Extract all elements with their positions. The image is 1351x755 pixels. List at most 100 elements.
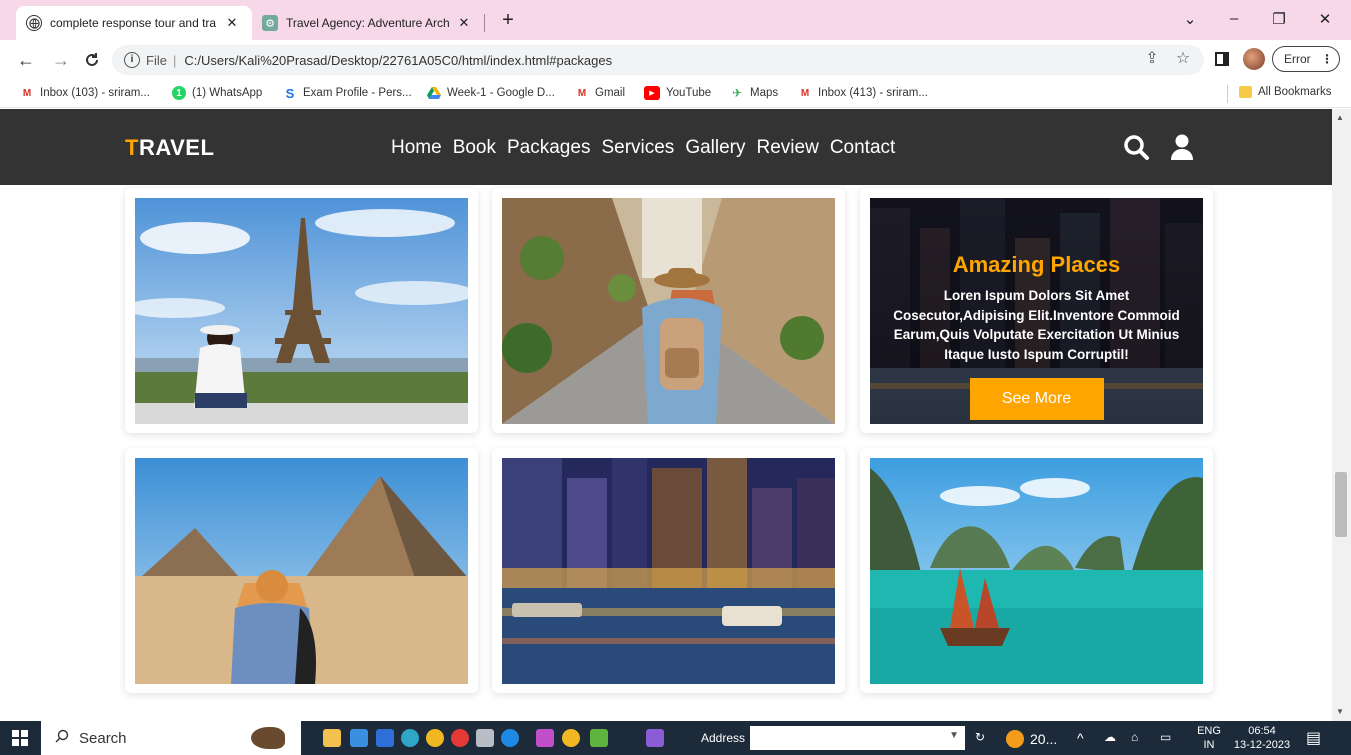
nav-gallery[interactable]: Gallery bbox=[685, 137, 745, 159]
nav-review[interactable]: Review bbox=[757, 137, 819, 159]
profile-avatar[interactable] bbox=[1243, 48, 1265, 70]
globe-icon bbox=[26, 15, 42, 31]
bookmark-week1-drive[interactable]: Week-1 - Google D... bbox=[427, 86, 555, 100]
address-toolbar-label: Address bbox=[701, 731, 746, 745]
all-bookmarks[interactable]: All Bookmarks bbox=[1239, 86, 1332, 98]
address-bar[interactable]: i File | C:/Users/Kali%20Prasad/Desktop/… bbox=[112, 45, 1204, 75]
url-scheme: File bbox=[146, 52, 167, 68]
edge-icon[interactable] bbox=[401, 729, 419, 747]
notification-icon[interactable]: ▤ bbox=[1306, 728, 1321, 748]
minimize-button[interactable]: – bbox=[1222, 10, 1246, 27]
bookmarks-divider bbox=[1227, 85, 1228, 103]
maximize-button[interactable]: ❐ bbox=[1267, 10, 1291, 28]
bookmark-label: Gmail bbox=[595, 87, 626, 99]
network-icon[interactable]: ⌂ bbox=[1131, 730, 1138, 744]
nav-home[interactable]: Home bbox=[391, 137, 442, 159]
see-more-button[interactable]: See More bbox=[969, 378, 1104, 420]
back-arrow-icon[interactable]: ← bbox=[14, 48, 38, 72]
onedrive-icon[interactable]: ☁ bbox=[1104, 730, 1116, 744]
youtube-icon: ▶ bbox=[644, 86, 660, 100]
close-icon[interactable]: ✕ bbox=[224, 15, 240, 31]
whatsapp-icon: 1 bbox=[172, 86, 186, 100]
forward-arrow-icon[interactable]: → bbox=[49, 48, 73, 72]
gmail-icon: M bbox=[577, 87, 587, 99]
taskbar-search-label: Search bbox=[79, 729, 127, 747]
tab-travel-agency[interactable]: ⚙ Travel Agency: Adventure Archite ✕ bbox=[252, 6, 484, 40]
chevron-down-icon: ▼ bbox=[949, 730, 959, 741]
language-indicator[interactable]: ENG IN bbox=[1194, 724, 1224, 752]
paint-icon[interactable] bbox=[536, 729, 554, 747]
mail-icon[interactable] bbox=[350, 729, 368, 747]
scrollbar-thumb[interactable] bbox=[1335, 472, 1347, 537]
browser-tab-strip: complete response tour and tra ✕ ⚙ Trave… bbox=[0, 0, 1351, 40]
bookmark-star-icon[interactable]: ☆ bbox=[1172, 48, 1194, 68]
info-icon[interactable]: i bbox=[124, 52, 140, 68]
tab-title: complete response tour and tra bbox=[50, 16, 217, 30]
package-card-eiffel[interactable] bbox=[125, 188, 478, 433]
package-card-night-city[interactable] bbox=[492, 448, 845, 693]
search-icon bbox=[55, 729, 69, 747]
main-nav: Home Book Packages Services Gallery Revi… bbox=[391, 137, 906, 159]
new-tab-button[interactable]: + bbox=[497, 9, 519, 33]
system-clock[interactable]: 06:54 13-12-2023 bbox=[1230, 724, 1294, 752]
nav-services[interactable]: Services bbox=[601, 137, 674, 159]
visual-studio-icon[interactable] bbox=[646, 729, 664, 747]
bookmark-gmail[interactable]: M Gmail bbox=[575, 86, 625, 100]
package-card-street[interactable] bbox=[492, 188, 845, 433]
volume-icon[interactable]: ▭ bbox=[1160, 730, 1171, 744]
package-card-pyramids[interactable] bbox=[125, 448, 478, 693]
nav-contact[interactable]: Contact bbox=[830, 137, 895, 159]
bookmarks-bar: M Inbox (103) - sriram... 1 (1) WhatsApp… bbox=[0, 80, 1351, 108]
tab-separator bbox=[484, 14, 485, 32]
search-icon[interactable] bbox=[1122, 133, 1150, 161]
tab-search-chevron-icon[interactable]: ⌄ bbox=[1178, 10, 1202, 28]
app-icon[interactable] bbox=[476, 729, 494, 747]
app-green-icon[interactable] bbox=[590, 729, 608, 747]
nav-book[interactable]: Book bbox=[453, 137, 496, 159]
bookmark-label: All Bookmarks bbox=[1258, 86, 1332, 98]
bookmark-label: Inbox (103) - sriram... bbox=[40, 87, 150, 99]
clock-date: 13-12-2023 bbox=[1233, 739, 1291, 751]
file-explorer-icon[interactable] bbox=[323, 729, 341, 747]
share-icon[interactable]: ⇪ bbox=[1141, 48, 1163, 68]
package-card-halong-bay[interactable] bbox=[860, 448, 1213, 693]
chrome-icon[interactable] bbox=[426, 729, 444, 747]
calendar-icon[interactable] bbox=[376, 729, 394, 747]
clock-time: 06:54 bbox=[1248, 725, 1276, 737]
bookmark-label: YouTube bbox=[666, 87, 712, 99]
side-panel-icon[interactable] bbox=[1215, 52, 1229, 66]
tab-complete-response[interactable]: complete response tour and tra ✕ bbox=[16, 6, 252, 40]
bookmark-inbox-103[interactable]: M Inbox (103) - sriram... bbox=[20, 86, 150, 100]
bookmark-label: (1) WhatsApp bbox=[192, 87, 263, 99]
close-window-button[interactable]: ✕ bbox=[1313, 10, 1337, 28]
nav-packages[interactable]: Packages bbox=[507, 137, 590, 159]
package-photo bbox=[870, 458, 1203, 684]
vertical-scrollbar[interactable] bbox=[1332, 109, 1351, 721]
opera-icon[interactable] bbox=[451, 729, 469, 747]
error-button[interactable]: Error ⋮ bbox=[1272, 46, 1340, 72]
windows-taskbar: Search Address ▼ ↻ 20... ^ ☁ ⌂ ▭ ENG IN … bbox=[0, 721, 1351, 755]
bookmark-exam-profile[interactable]: S Exam Profile - Pers... bbox=[283, 85, 412, 101]
bookmark-whatsapp[interactable]: 1 (1) WhatsApp bbox=[172, 86, 262, 100]
package-photo bbox=[502, 458, 835, 684]
taskbar-search[interactable]: Search bbox=[41, 721, 301, 755]
bookmark-maps[interactable]: ✈ Maps bbox=[730, 86, 778, 100]
user-icon[interactable] bbox=[1168, 133, 1196, 161]
refresh-icon[interactable]: ↻ bbox=[975, 730, 985, 744]
chevron-up-icon[interactable]: ^ bbox=[1077, 730, 1084, 746]
scroll-up-icon[interactable]: ▲ bbox=[1336, 113, 1344, 122]
kebab-menu-icon: ⋮ bbox=[1321, 52, 1333, 66]
scroll-down-icon[interactable]: ▼ bbox=[1336, 707, 1344, 716]
address-toolbar-input[interactable]: ▼ bbox=[750, 726, 965, 750]
skype-icon[interactable] bbox=[501, 729, 519, 747]
bookmark-inbox-413[interactable]: M Inbox (413) - sriram... bbox=[798, 86, 928, 100]
bookmark-youtube[interactable]: ▶ YouTube bbox=[644, 86, 711, 100]
site-logo[interactable]: TRAVEL bbox=[125, 135, 214, 161]
windows-start-icon[interactable] bbox=[12, 730, 28, 746]
weather-widget[interactable]: 20... bbox=[1006, 730, 1057, 748]
s-logo-icon: S bbox=[285, 85, 295, 101]
chrome-active-icon[interactable] bbox=[562, 729, 580, 747]
reload-icon[interactable] bbox=[80, 48, 104, 72]
package-card-amazing-places[interactable]: Amazing Places Loren Ispum Dolors Sit Am… bbox=[860, 188, 1213, 433]
close-icon[interactable]: ✕ bbox=[456, 15, 472, 31]
